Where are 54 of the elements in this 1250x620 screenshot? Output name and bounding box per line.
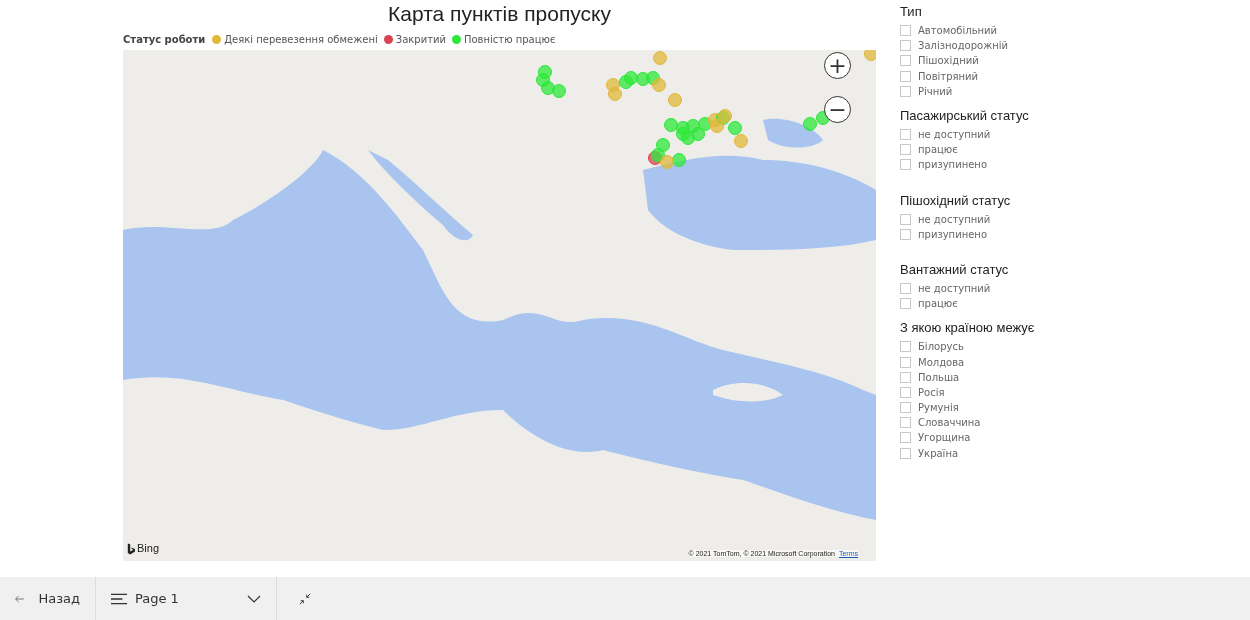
filter-option[interactable]: Молдова bbox=[918, 356, 965, 368]
filter-option[interactable]: призупинено bbox=[918, 159, 987, 171]
legend-label: Повністю працює bbox=[463, 33, 556, 45]
filter-option[interactable]: Залізнодорожній bbox=[918, 40, 1008, 52]
filter-option[interactable]: працює bbox=[918, 298, 958, 310]
filter-option[interactable]: Білорусь bbox=[918, 341, 964, 353]
chevron-down-icon bbox=[247, 594, 261, 603]
filter-option[interactable]: Річний bbox=[918, 85, 953, 97]
filter-option[interactable]: Пішохідний bbox=[918, 55, 979, 67]
checkbox[interactable] bbox=[900, 55, 911, 67]
filter-option[interactable]: не доступний bbox=[918, 213, 991, 225]
lines-icon bbox=[111, 592, 127, 605]
checkbox[interactable] bbox=[900, 447, 911, 459]
filter-title: Вантажний статус bbox=[900, 260, 1010, 279]
legend-title: Статус роботи bbox=[123, 33, 206, 45]
checkbox[interactable] bbox=[900, 417, 911, 429]
checkbox[interactable] bbox=[900, 402, 911, 414]
filter-title: З якою країною межує bbox=[900, 319, 1036, 338]
legend-label: Деякі перевезення обмежені bbox=[224, 33, 378, 45]
checkbox[interactable] bbox=[900, 144, 911, 156]
filter-option[interactable]: не доступний bbox=[918, 282, 991, 294]
filter-title: Пасажирський статус bbox=[900, 106, 1030, 125]
provider-name: Bing bbox=[137, 543, 160, 554]
bing-logo-icon bbox=[127, 543, 135, 555]
checkbox[interactable] bbox=[900, 432, 911, 444]
checkbox[interactable] bbox=[900, 282, 911, 294]
checkbox[interactable] bbox=[900, 228, 911, 240]
filter-option[interactable]: Повітряний bbox=[918, 70, 979, 82]
checkbox[interactable] bbox=[900, 298, 911, 310]
filter-option[interactable]: призупинено bbox=[918, 228, 987, 240]
filter-title: Пішохідний статус bbox=[900, 191, 1012, 210]
filter-option[interactable]: Автомобільний bbox=[918, 25, 998, 37]
checkbox[interactable] bbox=[900, 386, 911, 398]
filter-option[interactable]: не доступний bbox=[918, 129, 991, 141]
checkbox[interactable] bbox=[900, 341, 911, 353]
checkbox[interactable] bbox=[900, 70, 911, 82]
filter-option[interactable]: Польша bbox=[918, 371, 960, 383]
filter-option[interactable]: Угорщина bbox=[918, 432, 971, 444]
filter-title: Тип bbox=[900, 3, 923, 21]
legend-label: Закритий bbox=[395, 33, 446, 45]
checkbox[interactable] bbox=[900, 213, 911, 225]
checkbox[interactable] bbox=[900, 371, 911, 383]
report-title: Карта пунктів пропуску bbox=[387, 1, 612, 27]
checkbox[interactable] bbox=[900, 25, 911, 37]
filter-option[interactable]: Румунія bbox=[918, 402, 959, 414]
filter-option[interactable]: Словаччина bbox=[918, 417, 981, 429]
checkbox[interactable] bbox=[900, 356, 911, 368]
filter-option[interactable]: Україна bbox=[918, 447, 959, 459]
filter-option[interactable]: Росія bbox=[918, 386, 945, 398]
checkbox[interactable] bbox=[900, 40, 911, 52]
checkbox[interactable] bbox=[900, 129, 911, 141]
checkbox[interactable] bbox=[900, 85, 911, 97]
checkbox[interactable] bbox=[900, 159, 911, 171]
filter-option[interactable]: працює bbox=[918, 144, 958, 156]
